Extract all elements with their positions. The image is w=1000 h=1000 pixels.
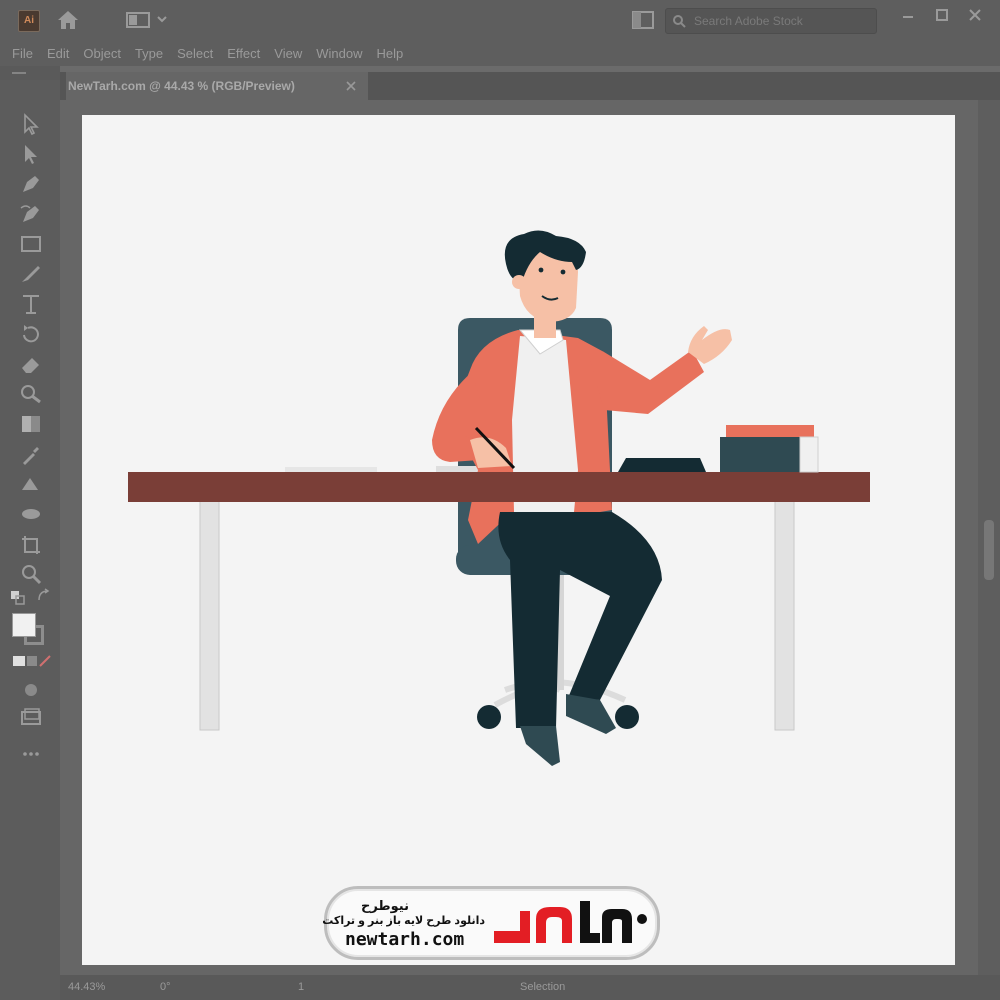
watermark-title: نیوطرح [360, 898, 409, 913]
watermark-url: newtarh.com [345, 929, 465, 950]
status-bar: 44.43% 0° 1 Selection [60, 975, 1000, 1000]
office-man-illustration[interactable] [0, 0, 1000, 1000]
pants [498, 512, 662, 728]
current-tool-name[interactable]: Selection [520, 981, 565, 993]
rotation-value[interactable]: 0° [160, 981, 171, 993]
scrollbar-thumb[interactable] [984, 520, 994, 580]
left-shoe [520, 726, 560, 766]
raised-arm [586, 345, 704, 414]
desk-leg-left [199, 499, 220, 731]
zoom-level[interactable]: 44.43% [68, 981, 105, 993]
watermark-subtitle: دانلود طرح لایه باز بنر و تراکت [322, 915, 485, 927]
artboard-number[interactable]: 1 [298, 981, 304, 993]
left-eye [538, 267, 544, 273]
right-eye [560, 269, 566, 275]
paper-sheet [285, 467, 377, 472]
laptop [618, 458, 706, 472]
desk-leg-right [774, 499, 795, 731]
book-teal [720, 437, 800, 472]
watermark-badge: نیوطرح دانلود طرح لایه باز بنر و تراکت n… [322, 886, 660, 960]
ear [512, 275, 526, 289]
desk-top [128, 472, 870, 502]
book-red [726, 425, 814, 437]
newtarh-logo [494, 901, 647, 943]
right-shoe [566, 694, 616, 734]
book-pages [799, 436, 819, 473]
vertical-scrollbar[interactable] [978, 100, 1000, 975]
